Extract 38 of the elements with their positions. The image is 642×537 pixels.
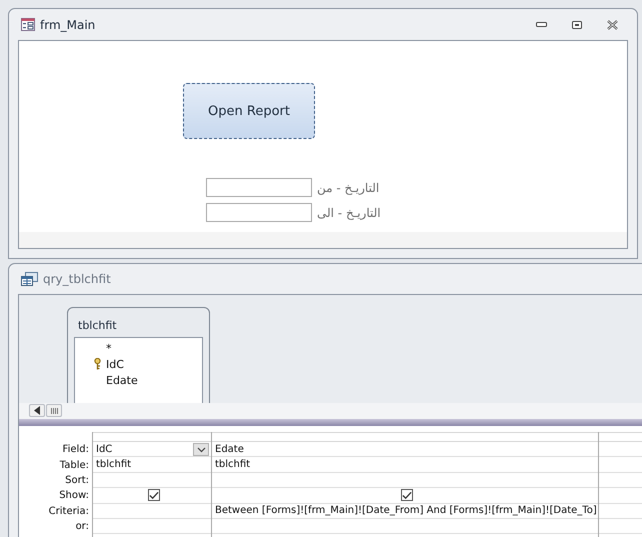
field-label: التاريـخ - الى [317, 206, 381, 220]
grid-cell[interactable]: tblchfit [212, 457, 598, 473]
date-field[interactable] [206, 203, 312, 222]
date-field[interactable] [206, 178, 312, 197]
field-name[interactable]: IdC [106, 358, 124, 370]
dropdown-button[interactable] [193, 443, 209, 456]
scroll-left-button[interactable] [29, 404, 45, 417]
show-checkbox[interactable] [148, 489, 160, 502]
table-box[interactable]: tblchfit * IdC Edate [67, 307, 210, 403]
scroll-thumb[interactable] [46, 404, 62, 417]
row-label: Criteria: [48, 506, 89, 517]
minimize-icon[interactable] [536, 22, 547, 27]
close-icon[interactable] [607, 20, 618, 30]
row-label: Show: [59, 490, 89, 502]
window-title: qry_tblchfit [43, 272, 111, 286]
row-label: Table: [60, 460, 89, 471]
field-label: التاريـخ - من [317, 180, 380, 194]
table-title: tblchfit [77, 318, 118, 334]
form-icon [21, 18, 35, 31]
grid-cell[interactable] [93, 488, 211, 504]
column-selector[interactable] [599, 432, 642, 442]
query-icon [21, 272, 38, 286]
grid-cell[interactable] [212, 488, 598, 504]
field-name[interactable]: * [106, 342, 112, 354]
left-arrow-icon [34, 406, 40, 415]
row-label: or: [76, 521, 89, 532]
restore-icon[interactable] [572, 20, 582, 28]
grid-cell[interactable]: IdC [93, 442, 211, 458]
grid-cell[interactable]: tblchfit [93, 457, 211, 473]
grid-cell[interactable]: Edate [212, 442, 598, 458]
grid-cell[interactable]: Between [Forms]![frm_Main]![Date_From] And [Forms]![frm_Main]![Date_To] [212, 504, 598, 519]
show-checkbox[interactable] [400, 489, 412, 502]
field-name[interactable]: Edate [106, 374, 138, 386]
caret-icon [196, 446, 206, 452]
row-label: Field: [62, 444, 89, 456]
window-title: frm_Main [40, 18, 96, 32]
open-report-button[interactable]: Open Report [183, 83, 315, 139]
row-label: Sort: [65, 474, 89, 486]
